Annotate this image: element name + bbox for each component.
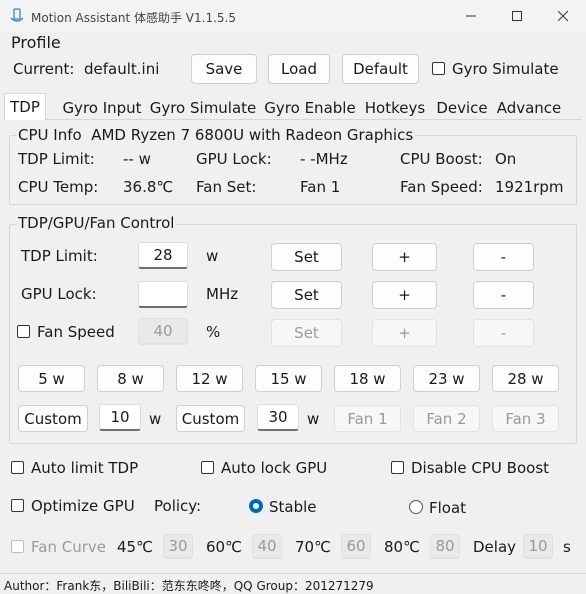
auto-limit-tdp-checkbox[interactable] bbox=[11, 461, 24, 474]
gpu-lock-control-label: GPU Lock: bbox=[21, 285, 97, 303]
auto-lock-gpu-checkbox[interactable] bbox=[201, 461, 214, 474]
preset-18w-button[interactable]: 18 w bbox=[334, 365, 401, 392]
current-profile-value: default.ini bbox=[84, 60, 160, 78]
tab-gyro-input[interactable]: Gyro Input bbox=[59, 96, 145, 120]
fan-curve-value-3[interactable]: 60 bbox=[341, 534, 371, 559]
cpu-name: AMD Ryzen 7 6800U with Radeon Graphics bbox=[91, 126, 414, 144]
preset-15w-button[interactable]: 15 w bbox=[255, 365, 322, 392]
gpu-lock-input[interactable] bbox=[138, 281, 188, 308]
fan-curve-temp-4: 80℃ bbox=[384, 538, 420, 556]
tdp-limit-input[interactable]: 28 bbox=[138, 242, 188, 269]
preset-5w-button[interactable]: 5 w bbox=[18, 365, 85, 392]
status-bar: Author：Frank东，BiliBili：范东东咚咚，QQ Group：20… bbox=[0, 573, 586, 593]
tdp-limit-control-label: TDP Limit: bbox=[21, 247, 98, 265]
fan-plus-button[interactable]: + bbox=[372, 319, 437, 347]
cpu-boost-label: CPU Boost: bbox=[400, 150, 483, 168]
gpu-lock-value: - -MHz bbox=[300, 150, 348, 168]
fan-curve-delay-input[interactable]: 10 bbox=[523, 534, 553, 559]
cpu-temp-value: 36.8℃ bbox=[123, 178, 174, 196]
tab-advance[interactable]: Advance bbox=[494, 96, 564, 120]
custom1-unit: w bbox=[149, 410, 162, 428]
fan-curve-temp-3: 70℃ bbox=[295, 538, 331, 556]
policy-float-radio[interactable] bbox=[409, 500, 423, 514]
preset-12w-button[interactable]: 12 w bbox=[176, 365, 243, 392]
disable-cpu-boost-checkbox[interactable] bbox=[391, 461, 404, 474]
fan-minus-button[interactable]: - bbox=[473, 319, 534, 347]
title-bar: Motion Assistant 体感助手 V1.1.5.5 bbox=[0, 0, 586, 32]
gpu-minus-button[interactable]: - bbox=[473, 281, 534, 309]
tdp-limit-value: -- w bbox=[123, 150, 151, 168]
fan-set-button[interactable]: Set bbox=[271, 319, 342, 347]
policy-stable-label: Stable bbox=[269, 498, 317, 516]
tdp-unit: w bbox=[206, 247, 219, 265]
control-group-title: TDP/GPU/Fan Control bbox=[16, 214, 177, 232]
fan1-button[interactable]: Fan 1 bbox=[334, 405, 401, 432]
cpu-boost-value: On bbox=[495, 150, 517, 168]
policy-label: Policy: bbox=[154, 497, 202, 515]
cpu-temp-label: CPU Temp: bbox=[18, 178, 99, 196]
fan-speed-value: 1921rpm bbox=[495, 178, 564, 196]
window-title: Motion Assistant 体感助手 V1.1.5.5 bbox=[31, 11, 236, 25]
fan-curve-value-4[interactable]: 80 bbox=[430, 534, 460, 559]
fan-speed-checkbox[interactable] bbox=[17, 325, 30, 338]
disable-cpu-boost-label: Disable CPU Boost bbox=[411, 459, 550, 477]
fan2-button[interactable]: Fan 2 bbox=[413, 405, 480, 432]
fan-speed-input[interactable]: 40 bbox=[138, 318, 188, 345]
profile-heading: Profile bbox=[11, 33, 61, 52]
fan-speed-label: Fan Speed: bbox=[400, 178, 483, 196]
preset-8w-button[interactable]: 8 w bbox=[97, 365, 164, 392]
auto-limit-tdp-label: Auto limit TDP bbox=[31, 459, 139, 477]
fan-set-label: Fan Set: bbox=[196, 178, 257, 196]
fan-curve-temp-2: 60℃ bbox=[206, 538, 242, 556]
tab-tdp[interactable]: TDP bbox=[4, 93, 46, 120]
save-button[interactable]: Save bbox=[191, 54, 257, 84]
gyro-simulate-label: Gyro Simulate bbox=[452, 60, 559, 78]
policy-float-label: Float bbox=[429, 499, 467, 517]
fan-curve-label: Fan Curve bbox=[31, 538, 106, 556]
gpu-set-button[interactable]: Set bbox=[271, 281, 342, 309]
custom1-button[interactable]: Custom bbox=[18, 405, 88, 432]
tdp-minus-button[interactable]: - bbox=[473, 243, 534, 271]
fan-curve-value-2[interactable]: 40 bbox=[252, 534, 282, 559]
fan-curve-checkbox[interactable] bbox=[11, 540, 24, 553]
tdp-set-button[interactable]: Set bbox=[271, 243, 342, 271]
custom2-unit: w bbox=[307, 410, 320, 428]
optimize-gpu-checkbox[interactable] bbox=[11, 499, 24, 512]
tdp-limit-label: TDP Limit: bbox=[18, 150, 95, 168]
tab-gyro-enable[interactable]: Gyro Enable bbox=[263, 96, 357, 120]
tab-gyro-simulate[interactable]: Gyro Simulate bbox=[148, 96, 258, 120]
preset-23w-button[interactable]: 23 w bbox=[413, 365, 480, 392]
tdp-plus-button[interactable]: + bbox=[372, 243, 437, 271]
fan-curve-value-1[interactable]: 30 bbox=[163, 534, 193, 559]
gyro-simulate-checkbox[interactable] bbox=[432, 62, 445, 75]
gpu-unit: MHz bbox=[206, 285, 239, 303]
close-icon[interactable] bbox=[540, 0, 586, 32]
preset-28w-button[interactable]: 28 w bbox=[492, 365, 559, 392]
app-icon bbox=[10, 8, 24, 22]
auto-lock-gpu-label: Auto lock GPU bbox=[221, 459, 328, 477]
fan-speed-control-label: Fan Speed bbox=[37, 323, 115, 341]
current-profile-label: Current: bbox=[13, 60, 75, 78]
minimize-icon[interactable] bbox=[448, 0, 494, 32]
default-button[interactable]: Default bbox=[342, 54, 419, 84]
custom2-button[interactable]: Custom bbox=[176, 405, 245, 432]
maximize-icon[interactable] bbox=[494, 0, 540, 32]
fan-curve-delay-unit: s bbox=[563, 538, 571, 556]
tab-hotkeys[interactable]: Hotkeys bbox=[361, 96, 429, 120]
fan-set-value: Fan 1 bbox=[300, 178, 341, 196]
custom1-input[interactable]: 10 bbox=[99, 404, 141, 431]
fan3-button[interactable]: Fan 3 bbox=[492, 405, 559, 432]
fan-curve-delay-label: Delay bbox=[473, 538, 517, 556]
cpu-info-heading: CPU Info bbox=[18, 126, 82, 144]
fan-speed-unit: % bbox=[206, 323, 221, 341]
cpu-info-title: CPU Info AMD Ryzen 7 6800U with Radeon G… bbox=[16, 126, 416, 144]
fan-curve-temp-1: 45℃ bbox=[117, 538, 153, 556]
custom2-input[interactable]: 30 bbox=[257, 404, 299, 431]
gpu-plus-button[interactable]: + bbox=[372, 281, 437, 309]
load-button[interactable]: Load bbox=[268, 54, 330, 84]
tab-device[interactable]: Device bbox=[434, 96, 490, 120]
gpu-lock-label: GPU Lock: bbox=[196, 150, 272, 168]
policy-stable-radio[interactable] bbox=[249, 499, 263, 513]
optimize-gpu-label: Optimize GPU bbox=[31, 497, 135, 515]
